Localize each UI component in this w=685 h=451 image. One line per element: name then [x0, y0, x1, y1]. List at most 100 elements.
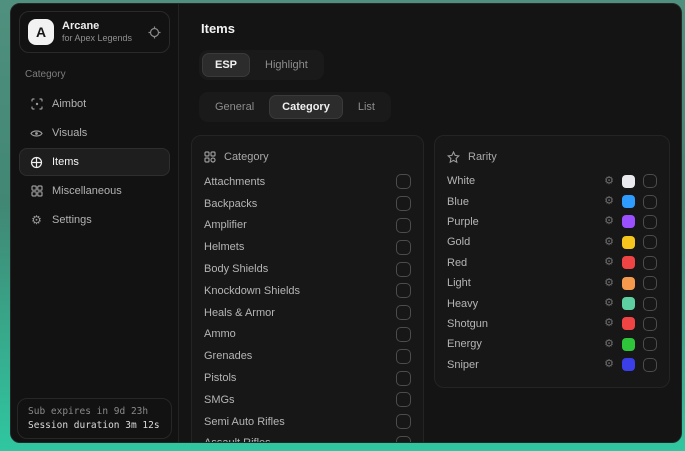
brand-logo: A [28, 19, 54, 45]
sidebar-item-label: Items [52, 156, 79, 168]
rarity-checkbox[interactable] [643, 235, 657, 249]
gear-icon[interactable]: ⚙ [604, 216, 614, 227]
sidebar-item-settings[interactable]: ⚙ Settings [19, 206, 170, 234]
category-label: Grenades [204, 350, 252, 362]
brand-text: Arcane for Apex Legends [62, 20, 140, 45]
tab-category[interactable]: Category [269, 95, 343, 119]
sub-expiry-text: Sub expires in 9d 23h [28, 406, 161, 417]
rarity-checkbox[interactable] [643, 195, 657, 209]
color-swatch[interactable] [622, 256, 635, 269]
rarity-controls: ⚙ [604, 297, 657, 311]
category-checkbox[interactable] [396, 436, 411, 442]
gear-icon[interactable]: ⚙ [604, 196, 614, 207]
category-row: Heals & Armor [204, 302, 411, 324]
rarity-checkbox[interactable] [643, 358, 657, 372]
gear-icon[interactable]: ⚙ [604, 237, 614, 248]
category-checkbox[interactable] [396, 262, 411, 277]
gear-icon[interactable]: ⚙ [604, 298, 614, 309]
category-label: SMGs [204, 394, 235, 406]
sidebar-item-miscellaneous[interactable]: Miscellaneous [19, 177, 170, 205]
category-checkbox[interactable] [396, 196, 411, 211]
category-label: Assault Rifles [204, 437, 271, 442]
reticle-icon[interactable] [148, 26, 161, 39]
tab-list[interactable]: List [345, 95, 388, 119]
rarity-controls: ⚙ [604, 235, 657, 249]
gear-icon[interactable]: ⚙ [604, 278, 614, 289]
rarity-controls: ⚙ [604, 195, 657, 209]
category-checkbox[interactable] [396, 349, 411, 364]
color-swatch[interactable] [622, 215, 635, 228]
color-swatch[interactable] [622, 195, 635, 208]
color-swatch[interactable] [622, 236, 635, 249]
category-row: Backpacks [204, 193, 411, 215]
color-swatch[interactable] [622, 317, 635, 330]
rarity-checkbox[interactable] [643, 317, 657, 331]
rarity-row: Purple ⚙ [447, 212, 657, 232]
rarity-controls: ⚙ [604, 174, 657, 188]
rarity-row: Heavy ⚙ [447, 293, 657, 313]
category-label: Attachments [204, 176, 265, 188]
category-checkbox[interactable] [396, 414, 411, 429]
color-swatch[interactable] [622, 175, 635, 188]
category-checkbox[interactable] [396, 174, 411, 189]
eye-icon [30, 128, 43, 139]
rarity-controls: ⚙ [604, 256, 657, 270]
category-row: Amplifier [204, 215, 411, 237]
gear-icon[interactable]: ⚙ [604, 176, 614, 187]
category-checkbox[interactable] [396, 305, 411, 320]
sidebar-section-label: Category [25, 69, 164, 80]
category-row: Body Shields [204, 258, 411, 280]
gear-icon[interactable]: ⚙ [604, 257, 614, 268]
session-duration-text: Session duration 3m 12s [28, 420, 161, 431]
category-row: Ammo [204, 324, 411, 346]
category-row: Pistols [204, 367, 411, 389]
rarity-panel-title: Rarity [468, 151, 497, 163]
rarity-checkbox[interactable] [643, 215, 657, 229]
color-swatch[interactable] [622, 358, 635, 371]
category-checkbox[interactable] [396, 392, 411, 407]
sidebar-item-items[interactable]: Items [19, 148, 170, 176]
category-checkbox[interactable] [396, 283, 411, 298]
rarity-checkbox[interactable] [643, 337, 657, 351]
rarity-row: Sniper ⚙ [447, 355, 657, 375]
rarity-label: White [447, 175, 475, 187]
color-swatch[interactable] [622, 338, 635, 351]
brand-subtitle: for Apex Legends [62, 33, 140, 44]
category-row: Attachments [204, 171, 411, 193]
brand-card: A Arcane for Apex Legends [19, 11, 170, 53]
tab-highlight[interactable]: Highlight [252, 53, 321, 77]
category-checkbox[interactable] [396, 240, 411, 255]
rarity-row: Red ⚙ [447, 253, 657, 273]
category-panel-title: Category [224, 151, 269, 163]
category-row: Semi Auto Rifles [204, 411, 411, 433]
color-swatch[interactable] [622, 277, 635, 290]
rarity-checkbox[interactable] [643, 297, 657, 311]
sidebar-item-label: Visuals [52, 127, 87, 139]
rarity-panel: Rarity White ⚙ Blue ⚙ Purple ⚙ Gold ⚙ [434, 135, 670, 388]
gear-icon[interactable]: ⚙ [604, 339, 614, 350]
rarity-checkbox[interactable] [643, 276, 657, 290]
category-rows: Attachments Backpacks Amplifier Helmets … [204, 171, 411, 442]
rarity-row: Gold ⚙ [447, 232, 657, 252]
sidebar-item-visuals[interactable]: Visuals [19, 119, 170, 147]
category-checkbox[interactable] [396, 218, 411, 233]
rarity-row: White ⚙ [447, 171, 657, 191]
category-checkbox[interactable] [396, 327, 411, 342]
rarity-controls: ⚙ [604, 317, 657, 331]
sidebar-item-aimbot[interactable]: Aimbot [19, 90, 170, 118]
rarity-label: Blue [447, 196, 469, 208]
category-row: SMGs [204, 389, 411, 411]
tab-esp[interactable]: ESP [202, 53, 250, 77]
category-panel-header: Category [204, 145, 411, 169]
category-icon [204, 151, 216, 163]
category-label: Ammo [204, 328, 236, 340]
gear-icon[interactable]: ⚙ [604, 359, 614, 370]
color-swatch[interactable] [622, 297, 635, 310]
rarity-checkbox[interactable] [643, 256, 657, 270]
tab-general[interactable]: General [202, 95, 267, 119]
rarity-checkbox[interactable] [643, 174, 657, 188]
main-content: Items ESP Highlight General Category Lis… [179, 4, 682, 442]
category-checkbox[interactable] [396, 371, 411, 386]
sidebar-item-label: Aimbot [52, 98, 86, 110]
gear-icon[interactable]: ⚙ [604, 318, 614, 329]
